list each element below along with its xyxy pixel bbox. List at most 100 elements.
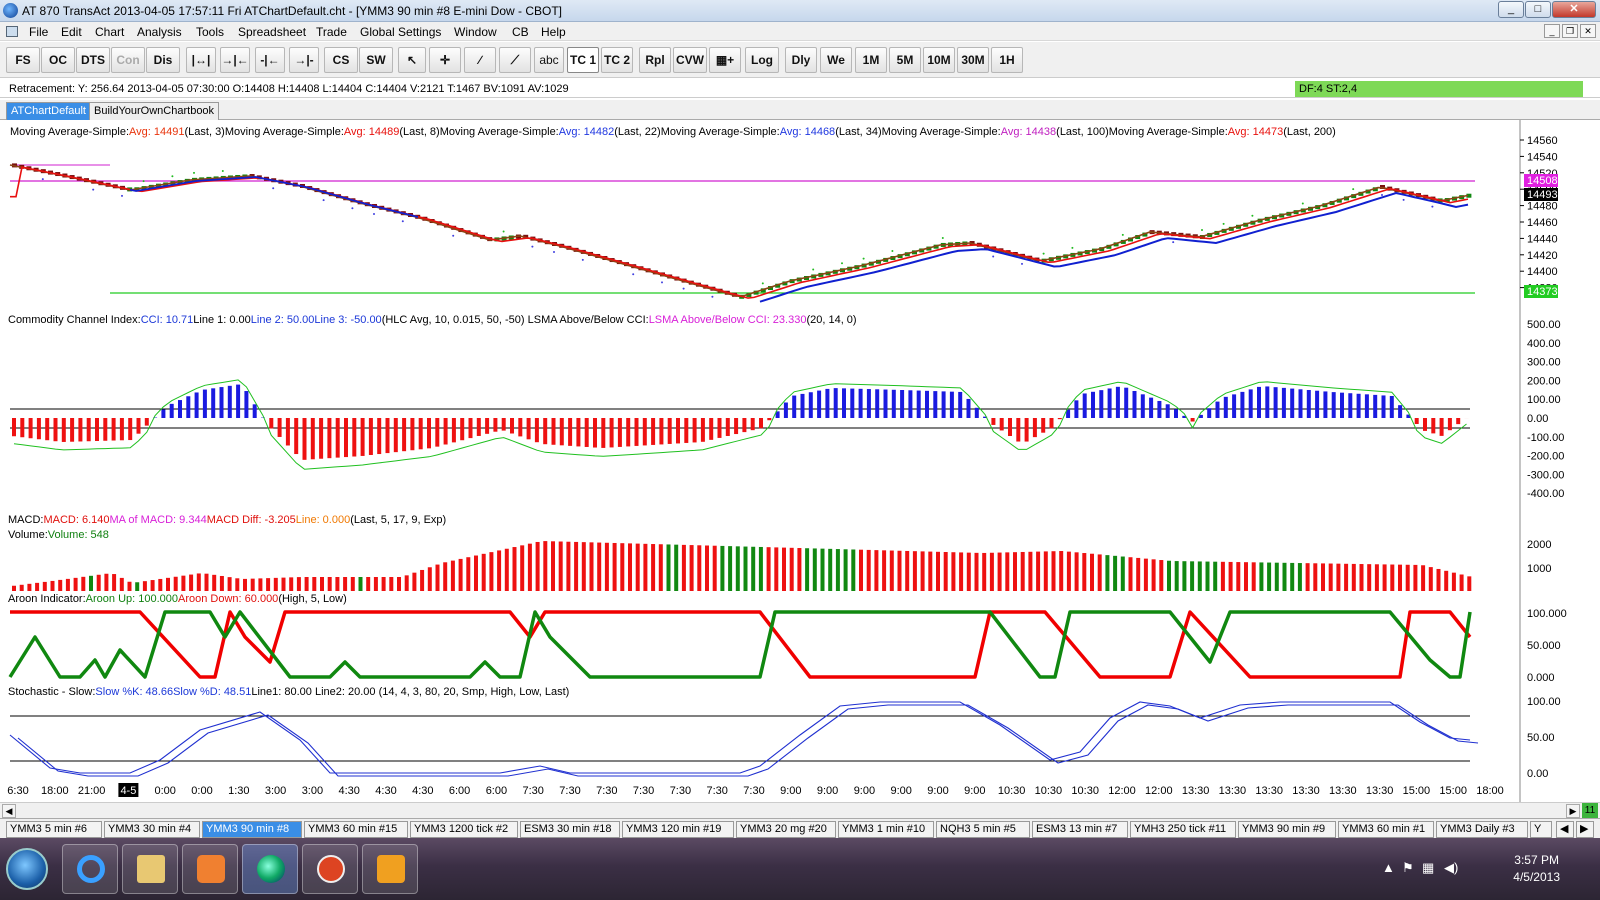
- 1h-button[interactable]: 1H: [991, 47, 1023, 73]
- taskbar-ie-icon[interactable]: [62, 844, 118, 894]
- time-axis-label: 6:00: [486, 785, 507, 797]
- volume-bar: [89, 575, 93, 591]
- horizontal-scrollbar[interactable]: ◀ ▶ 11: [0, 802, 1600, 819]
- con-button[interactable]: Con: [111, 47, 145, 73]
- dot-mark: [891, 250, 894, 253]
- workspace-tab[interactable]: YMM3 1200 tick #2: [410, 821, 518, 838]
- crosshair-icon[interactable]: ✛: [429, 47, 461, 73]
- text-tool-button[interactable]: abc: [534, 47, 564, 73]
- price-axis-label: 14560: [1527, 135, 1558, 147]
- workspace-tab[interactable]: YMM3 1 min #10: [838, 821, 934, 838]
- chart-area[interactable]: Moving Average-Simple: Avg: 14491 (Last,…: [0, 120, 1600, 802]
- rpl-button[interactable]: Rpl: [639, 47, 671, 73]
- ray-icon[interactable]: ⟋: [499, 47, 531, 73]
- title-bar: AT 870 TransAct 2013-04-05 17:57:11 Fri …: [0, 0, 1600, 22]
- zoom-out-icon[interactable]: |↔|: [186, 47, 216, 73]
- dts-button[interactable]: DTS: [76, 47, 110, 73]
- workspace-tab[interactable]: YMM3 Daily #3: [1436, 821, 1528, 838]
- taskbar-media-icon[interactable]: [182, 844, 238, 894]
- start-button[interactable]: [6, 848, 48, 890]
- mdi-close-button[interactable]: ✕: [1580, 24, 1596, 38]
- sw-button[interactable]: SW: [359, 47, 393, 73]
- scroll-left-icon[interactable]: -|←: [255, 47, 285, 73]
- mdi-restore-button[interactable]: ❐: [1562, 24, 1578, 38]
- menu-help[interactable]: Help: [541, 25, 566, 39]
- tabs-right-arrow-icon[interactable]: ▶: [1576, 821, 1594, 838]
- dot-mark: [142, 180, 145, 183]
- workspace-tab[interactable]: YMM3 60 min #1: [1338, 821, 1434, 838]
- workspace-tab[interactable]: YMM3 120 min #19: [622, 821, 734, 838]
- chart-canvas[interactable]: Moving Average-Simple: Avg: 14491 (Last,…: [0, 120, 1600, 802]
- pointer-icon[interactable]: ↖: [398, 47, 426, 73]
- cci-bar: [1207, 408, 1212, 418]
- workspace-tab[interactable]: YMM3 20 mg #20: [736, 821, 836, 838]
- menu-window[interactable]: Window: [454, 25, 497, 39]
- workspace-tab[interactable]: YMM3 90 min #8: [202, 821, 302, 838]
- tc1-button[interactable]: TC 1: [567, 47, 599, 73]
- clock[interactable]: 3:57 PM 4/5/2013: [1513, 852, 1560, 886]
- oc-button[interactable]: OC: [41, 47, 75, 73]
- fs-button[interactable]: FS: [6, 47, 40, 73]
- menu-cb[interactable]: CB: [512, 25, 529, 39]
- maximize-button[interactable]: □: [1525, 1, 1551, 18]
- scroll-right-icon[interactable]: →|-: [289, 47, 319, 73]
- 5m-button[interactable]: 5M: [889, 47, 921, 73]
- workspace-tab[interactable]: ESM3 30 min #18: [520, 821, 620, 838]
- menu-spreadsheet[interactable]: Spreadsheet: [238, 25, 306, 39]
- taskbar-outlook-icon[interactable]: [362, 844, 418, 894]
- cci-bar: [501, 418, 506, 431]
- workspace-tab[interactable]: YMM3 90 min #9: [1238, 821, 1336, 838]
- cci-legend-text: (HLC Avg, 10, 0.015, 50, -50) LSMA Above…: [382, 314, 649, 326]
- cci-legend-text: LSMA Above/Below CCI: 23.330: [649, 314, 807, 326]
- 1m-button[interactable]: 1M: [855, 47, 887, 73]
- log-button[interactable]: Log: [745, 47, 779, 73]
- volume-bar: [373, 577, 378, 591]
- 30m-button[interactable]: 30M: [957, 47, 989, 73]
- volume-bar: [835, 549, 840, 591]
- daily-button[interactable]: Dly: [785, 47, 817, 73]
- workspace-tab[interactable]: Y: [1530, 821, 1552, 838]
- taskbar-explorer-icon[interactable]: [122, 844, 178, 894]
- menu-global-settings[interactable]: Global Settings: [360, 25, 441, 39]
- zoom-in-icon[interactable]: →|←: [220, 47, 250, 73]
- tab-atchartdefault[interactable]: ATChartDefault: [6, 102, 91, 120]
- workspace-tab[interactable]: YMH3 250 tick #11: [1130, 821, 1236, 838]
- taskbar-transact-icon[interactable]: [242, 844, 298, 894]
- menu-analysis[interactable]: Analysis: [137, 25, 182, 39]
- network-icon[interactable]: ▦: [1422, 860, 1434, 876]
- dot-mark: [1301, 202, 1304, 205]
- volume-bar: [897, 550, 902, 591]
- flag-icon[interactable]: ⚑: [1402, 860, 1414, 876]
- workspace-tab[interactable]: ESM3 13 min #7: [1032, 821, 1128, 838]
- trendline-icon[interactable]: ∕: [464, 47, 496, 73]
- tab-buildyourownchartbook[interactable]: BuildYourOwnChartbook: [89, 102, 220, 120]
- show-hidden-icon[interactable]: ▲: [1382, 860, 1395, 875]
- weekly-button[interactable]: We: [820, 47, 852, 73]
- close-button[interactable]: ✕: [1552, 1, 1596, 18]
- calendar-icon[interactable]: ▦+: [709, 47, 741, 73]
- workspace-tab[interactable]: NQH3 5 min #5: [936, 821, 1030, 838]
- dis-button[interactable]: Dis: [146, 47, 180, 73]
- workspace-tab[interactable]: YMM3 5 min #6: [6, 821, 102, 838]
- scroll-left-arrow-icon[interactable]: ◀: [2, 804, 16, 818]
- workspace-tab[interactable]: YMM3 60 min #15: [304, 821, 408, 838]
- cci-bar: [534, 418, 539, 443]
- workspace-tab[interactable]: YMM3 30 min #4: [104, 821, 200, 838]
- menu-chart[interactable]: Chart: [95, 25, 124, 39]
- menu-tools[interactable]: Tools: [196, 25, 224, 39]
- tabs-left-arrow-icon[interactable]: ◀: [1556, 821, 1574, 838]
- menu-edit[interactable]: Edit: [61, 25, 82, 39]
- volume-icon[interactable]: ◀): [1444, 860, 1458, 876]
- 10m-button[interactable]: 10M: [923, 47, 955, 73]
- scroll-right-arrow-icon[interactable]: ▶: [1566, 804, 1580, 818]
- menu-file[interactable]: File: [29, 25, 48, 39]
- tc2-button[interactable]: TC 2: [601, 47, 633, 73]
- volume-bar: [882, 550, 887, 591]
- menu-trade[interactable]: Trade: [316, 25, 347, 39]
- mdi-minimize-button[interactable]: _: [1544, 24, 1560, 38]
- cs-button[interactable]: CS: [324, 47, 358, 73]
- taskbar-at-icon[interactable]: [302, 844, 358, 894]
- cvw-button[interactable]: CVW: [673, 47, 707, 73]
- document-icon[interactable]: [6, 26, 18, 37]
- minimize-button[interactable]: _: [1498, 1, 1524, 18]
